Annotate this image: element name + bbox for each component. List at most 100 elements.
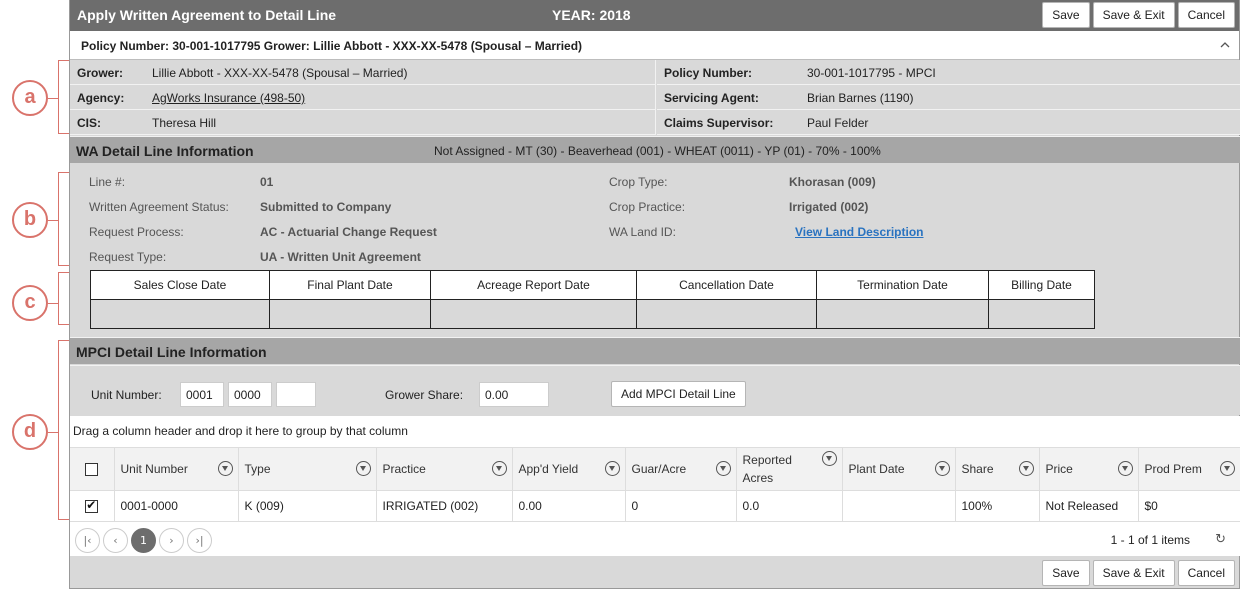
unit-number-input-3[interactable] <box>276 382 316 407</box>
cancel-button-bottom[interactable]: Cancel <box>1177 560 1235 586</box>
filter-icon[interactable] <box>217 461 233 476</box>
callout-b-marker: b <box>12 202 48 238</box>
save-button[interactable]: Save <box>1042 2 1090 28</box>
acreage-report-date-cell <box>430 299 637 329</box>
sales-close-date-header: Sales Close Date <box>90 270 270 300</box>
mpci-grid: Drag a column header and drop it here to… <box>70 416 1240 556</box>
col-prod-prem-label: Prod Prem <box>1144 462 1202 476</box>
unit-number-input-2[interactable]: 0000 <box>228 382 272 407</box>
add-mpci-detail-line-button[interactable]: Add MPCI Detail Line <box>611 381 746 407</box>
claims-supervisor-row: Claims Supervisor: Paul Felder <box>657 110 1240 135</box>
acreage-report-date-header: Acreage Report Date <box>430 270 637 300</box>
sales-close-date-cell <box>90 299 270 329</box>
refresh-icon[interactable]: ↻ <box>1215 532 1226 547</box>
col-guar-acre[interactable]: Guar/Acre <box>625 447 737 491</box>
filter-icon[interactable] <box>715 461 731 476</box>
cis-label: CIS: <box>77 116 101 130</box>
cancellation-date-cell <box>636 299 817 329</box>
agency-link[interactable]: AgWorks Insurance (498-50) <box>152 91 305 105</box>
first-page-button[interactable]: |‹ <box>75 528 100 553</box>
mpci-section-header: MPCI Detail Line Information <box>70 337 1240 364</box>
next-page-button[interactable]: › <box>159 528 184 553</box>
filter-icon[interactable] <box>355 461 371 476</box>
grower-value: Lillie Abbott - XXX-XX-5478 (Spousal – M… <box>152 66 408 80</box>
policy-header-bar[interactable]: Policy Number: 30-001-1017795 Grower: Li… <box>70 31 1239 60</box>
policy-number-row: Policy Number: 30-001-1017795 - MPCI <box>657 60 1240 85</box>
wa-section-title: WA Detail Line Information <box>76 143 254 159</box>
view-land-description-link[interactable]: View Land Description <box>795 225 923 239</box>
last-page-button[interactable]: ›| <box>187 528 212 553</box>
col-prod-prem[interactable]: Prod Prem <box>1138 447 1240 491</box>
col-price-label: Price <box>1045 462 1073 476</box>
servicing-agent-value: Brian Barnes (1190) <box>807 91 914 105</box>
row-select-cell <box>70 490 115 522</box>
wa-section-header: WA Detail Line Information Not Assigned … <box>70 136 1240 163</box>
grower-share-input[interactable]: 0.00 <box>479 382 549 407</box>
agency-label: Agency: <box>77 91 125 105</box>
cell-prod-prem: $0 <box>1138 490 1240 522</box>
dates-table: Sales Close Date Final Plant Date Acreag… <box>90 270 1095 329</box>
cis-value: Theresa Hill <box>152 116 217 130</box>
billing-date-header: Billing Date <box>988 270 1095 300</box>
cell-reported-acres: 0.0 <box>736 490 843 522</box>
group-by-hint: Drag a column header and drop it here to… <box>73 424 408 438</box>
col-reported-acres[interactable]: Reported Acres <box>736 447 843 491</box>
select-all-checkbox[interactable] <box>85 463 99 477</box>
cancellation-date-header: Cancellation Date <box>636 270 817 300</box>
pager: |‹ ‹ 1 › ›| <box>75 528 212 553</box>
servicing-agent-label: Servicing Agent: <box>664 91 759 105</box>
cancel-button[interactable]: Cancel <box>1177 2 1235 28</box>
info-left-column: Grower: Lillie Abbott - XXX-XX-5478 (Spo… <box>70 60 656 135</box>
col-appd-yield-label: App'd Yield <box>518 462 579 476</box>
filter-icon[interactable] <box>934 461 950 476</box>
filter-icon[interactable] <box>1018 461 1034 476</box>
filter-icon[interactable] <box>604 461 620 476</box>
callout-d-stem <box>48 432 58 433</box>
filter-icon[interactable] <box>821 451 837 466</box>
table-row[interactable]: 0001-0000 K (009) IRRIGATED (002) 0.00 0… <box>70 490 1240 522</box>
crop-practice-label: Crop Practice: <box>609 200 686 214</box>
row-checkbox[interactable] <box>85 498 99 514</box>
items-count: 1 - 1 of 1 items <box>1110 533 1190 547</box>
col-share[interactable]: Share <box>955 447 1040 491</box>
callout-b-stem <box>48 220 58 221</box>
save-exit-button[interactable]: Save & Exit <box>1092 2 1175 28</box>
col-appd-yield[interactable]: App'd Yield <box>512 447 626 491</box>
save-button-bottom[interactable]: Save <box>1042 560 1090 586</box>
page-1-button[interactable]: 1 <box>131 528 156 553</box>
crop-practice-value: Irrigated (002) <box>789 200 869 214</box>
save-exit-button-bottom[interactable]: Save & Exit <box>1092 560 1175 586</box>
prev-page-button[interactable]: ‹ <box>103 528 128 553</box>
request-process-label: Request Process: <box>89 225 184 239</box>
col-practice[interactable]: Practice <box>376 447 513 491</box>
request-type-label: Request Type: <box>89 250 167 264</box>
dialog-title: Apply Written Agreement to Detail Line <box>77 7 337 23</box>
wa-detail-info: Line #: 01 Written Agreement Status: Sub… <box>70 164 1240 269</box>
cis-row: CIS: Theresa Hill <box>70 110 655 135</box>
col-share-label: Share <box>961 462 994 476</box>
col-type[interactable]: Type <box>238 447 377 491</box>
termination-date-cell <box>816 299 989 329</box>
filter-icon[interactable] <box>1220 461 1235 476</box>
claims-supervisor-value: Paul Felder <box>807 116 869 130</box>
unit-number-input-1[interactable]: 0001 <box>180 382 224 407</box>
col-unit-number-label: Unit Number <box>120 462 188 476</box>
col-unit-number[interactable]: Unit Number <box>114 447 239 491</box>
line-number-value: 01 <box>260 175 274 189</box>
dialog-window: Apply Written Agreement to Detail Line Y… <box>69 0 1240 589</box>
chevron-up-icon[interactable] <box>1220 38 1230 52</box>
mpci-section-title: MPCI Detail Line Information <box>76 344 267 360</box>
col-price[interactable]: Price <box>1039 447 1139 491</box>
col-plant-date[interactable]: Plant Date <box>842 447 956 491</box>
filter-icon[interactable] <box>1117 461 1133 476</box>
cell-appd-yield: 0.00 <box>512 490 626 522</box>
mpci-grid-table: Unit Number Type Practice App'd Yield Gu… <box>70 447 1240 522</box>
policy-summary: Policy Number: 30-001-1017795 Grower: Li… <box>81 39 583 53</box>
info-right-column: Policy Number: 30-001-1017795 - MPCI Ser… <box>657 60 1240 135</box>
cell-share: 100% <box>955 490 1040 522</box>
col-plant-date-label: Plant Date <box>848 462 905 476</box>
crop-type-label: Crop Type: <box>609 175 668 189</box>
filter-icon[interactable] <box>491 461 507 476</box>
line-number-label: Line #: <box>89 175 126 189</box>
wa-land-id-label: WA Land ID: <box>609 225 676 239</box>
